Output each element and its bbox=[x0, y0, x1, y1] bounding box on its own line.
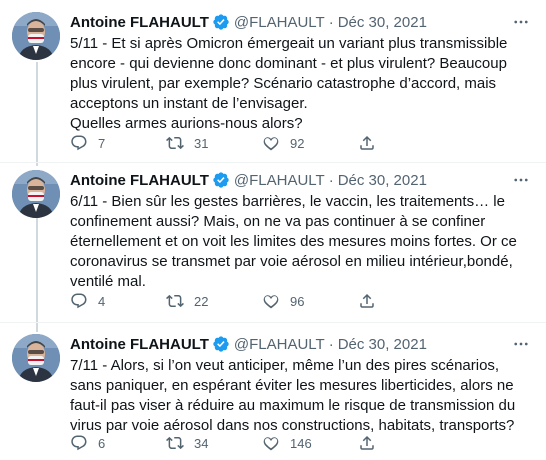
separator: · bbox=[328, 13, 334, 31]
more-icon[interactable] bbox=[510, 170, 532, 190]
separator: · bbox=[328, 335, 334, 353]
avatar[interactable] bbox=[12, 334, 60, 382]
reply-button[interactable]: 6 bbox=[70, 434, 166, 452]
tweet-text: 5/11 - Et si après Omicron émergeait un … bbox=[70, 35, 508, 132]
retweet-icon bbox=[166, 294, 184, 308]
like-button[interactable]: 92 bbox=[262, 134, 358, 152]
verified-badge-icon bbox=[213, 14, 229, 30]
reply-count: 7 bbox=[98, 135, 106, 151]
verified-badge-icon bbox=[213, 172, 229, 188]
retweet-button[interactable]: 34 bbox=[166, 434, 262, 452]
reply-icon bbox=[71, 293, 87, 309]
heart-icon bbox=[263, 437, 279, 451]
avatar[interactable] bbox=[12, 12, 60, 60]
reply-button[interactable]: 4 bbox=[70, 292, 166, 310]
author-name[interactable]: Antoine FLAHAULT bbox=[70, 172, 209, 189]
share-button[interactable] bbox=[358, 434, 398, 452]
retweet-count: 34 bbox=[194, 435, 209, 451]
divider bbox=[0, 322, 546, 323]
tweet-text: 6/11 - Bien sûr les gestes barrières, le… bbox=[70, 193, 522, 290]
reply-button[interactable]: 7 bbox=[70, 134, 166, 152]
author-handle[interactable]: @FLAHAULT bbox=[234, 14, 325, 31]
tweet-date[interactable]: Déc 30, 2021 bbox=[338, 336, 427, 353]
retweet-button[interactable]: 31 bbox=[166, 134, 262, 152]
tweet-date[interactable]: Déc 30, 2021 bbox=[338, 14, 427, 31]
heart-icon bbox=[263, 295, 279, 309]
author-handle[interactable]: @FLAHAULT bbox=[234, 336, 325, 353]
retweet-button[interactable]: 22 bbox=[166, 292, 262, 310]
share-icon bbox=[360, 435, 374, 450]
reply-icon bbox=[71, 435, 87, 451]
retweet-icon bbox=[166, 436, 184, 450]
tweet[interactable]: Antoine FLAHAULT @FLAHAULT · Déc 30, 202… bbox=[0, 12, 546, 162]
more-icon[interactable] bbox=[510, 334, 532, 354]
more-icon[interactable] bbox=[510, 12, 532, 32]
tweet[interactable]: Antoine FLAHAULT @FLAHAULT · Déc 30, 202… bbox=[0, 334, 546, 460]
reply-icon bbox=[71, 135, 87, 151]
avatar[interactable] bbox=[12, 170, 60, 218]
like-button[interactable]: 146 bbox=[262, 434, 358, 452]
like-count: 146 bbox=[290, 435, 312, 451]
reply-count: 6 bbox=[98, 435, 106, 451]
divider bbox=[0, 162, 546, 163]
author-name[interactable]: Antoine FLAHAULT bbox=[70, 14, 209, 31]
reply-count: 4 bbox=[98, 293, 106, 309]
heart-icon bbox=[263, 137, 279, 151]
retweet-count: 31 bbox=[194, 135, 209, 151]
like-button[interactable]: 96 bbox=[262, 292, 358, 310]
share-icon bbox=[360, 135, 374, 150]
tweet[interactable]: Antoine FLAHAULT @FLAHAULT · Déc 30, 202… bbox=[0, 170, 546, 320]
separator: · bbox=[328, 171, 334, 189]
author-name[interactable]: Antoine FLAHAULT bbox=[70, 336, 209, 353]
share-button[interactable] bbox=[358, 134, 398, 152]
retweet-icon bbox=[166, 136, 184, 150]
tweet-date[interactable]: Déc 30, 2021 bbox=[338, 172, 427, 189]
tweet-text: 7/11 - Alors, si l’on veut anticiper, mê… bbox=[70, 357, 520, 434]
retweet-count: 22 bbox=[194, 293, 209, 309]
author-handle[interactable]: @FLAHAULT bbox=[234, 172, 325, 189]
share-icon bbox=[360, 293, 374, 308]
verified-badge-icon bbox=[213, 336, 229, 352]
share-button[interactable] bbox=[358, 292, 398, 310]
like-count: 96 bbox=[290, 293, 305, 309]
like-count: 92 bbox=[290, 135, 305, 151]
